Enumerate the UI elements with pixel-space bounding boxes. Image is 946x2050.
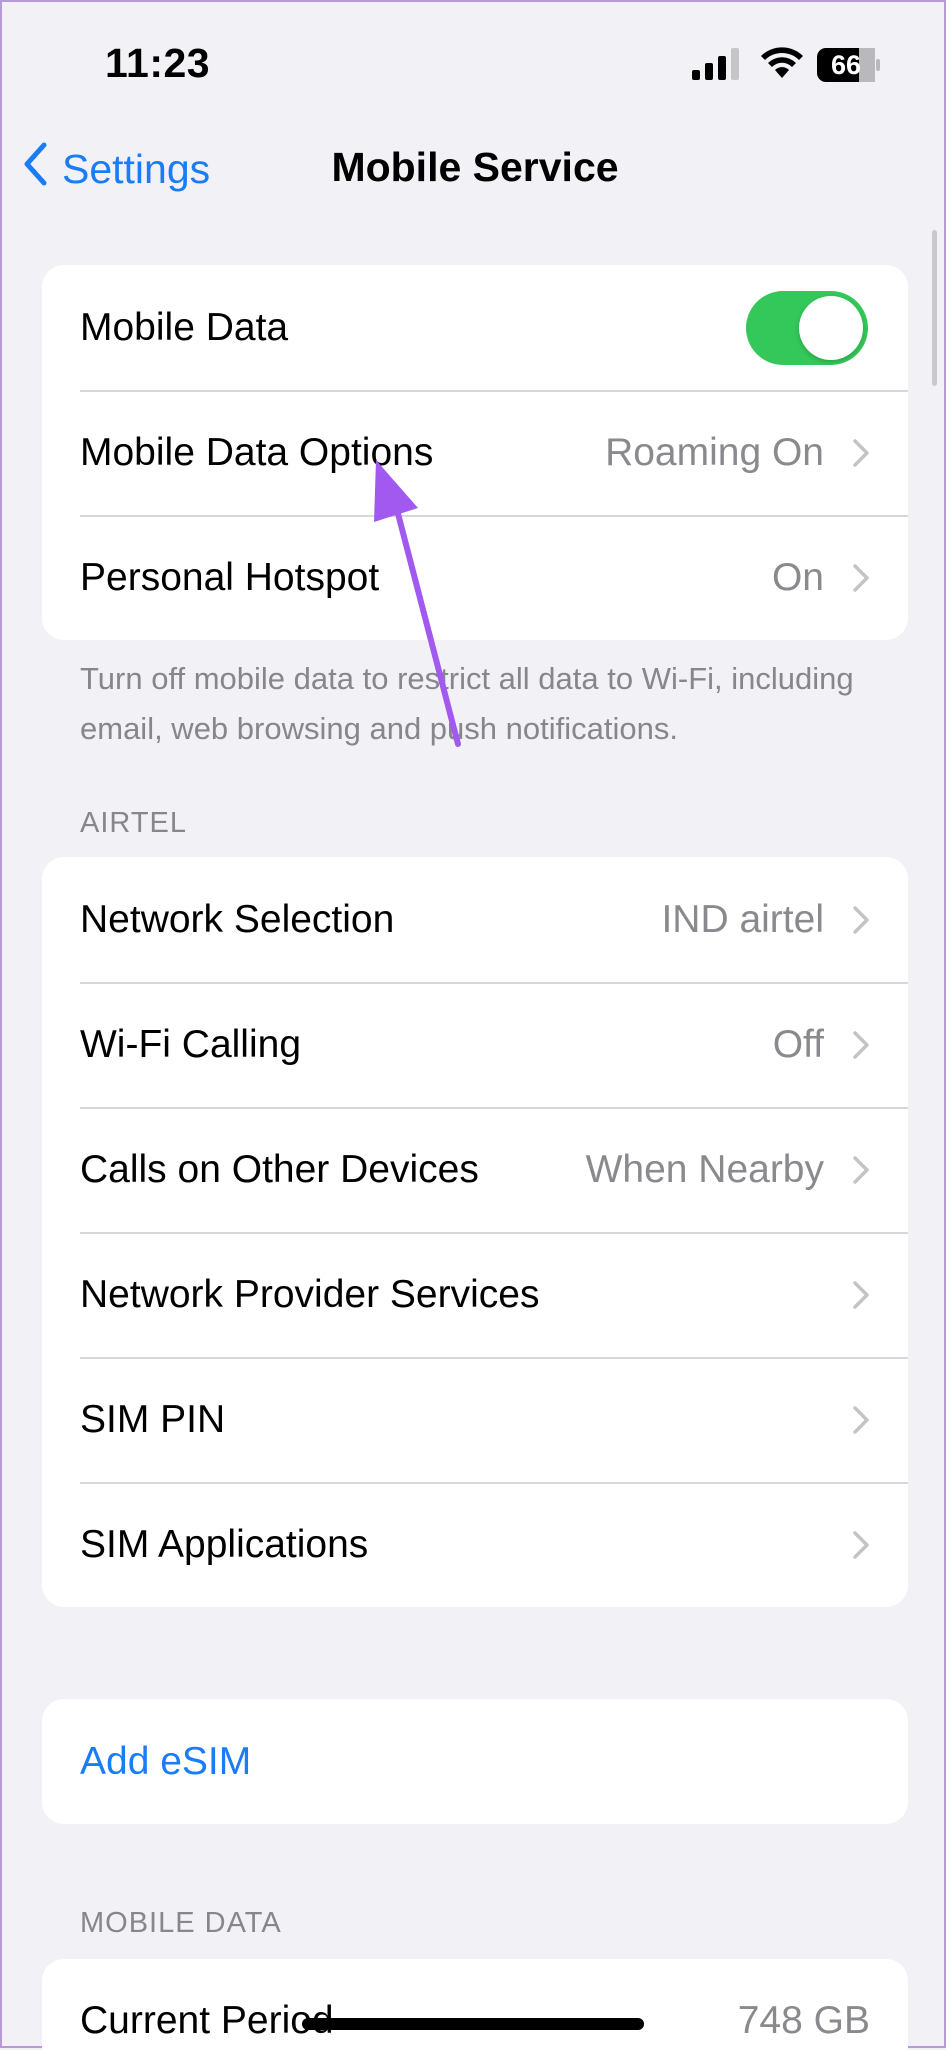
row-label: Wi-Fi Calling <box>80 1022 302 1066</box>
scroll-indicator[interactable] <box>932 230 937 386</box>
row-label: Calls on Other Devices <box>80 1147 479 1191</box>
chevron-right-icon <box>852 1280 870 1310</box>
mobile-data-row: Mobile Data <box>42 265 908 390</box>
wifi-calling-row[interactable]: Wi-Fi Calling Off <box>42 982 908 1107</box>
status-time: 11:23 <box>105 40 211 86</box>
network-selection-row[interactable]: Network Selection IND airtel <box>42 857 908 982</box>
back-label: Settings <box>62 145 211 192</box>
chevron-right-icon <box>852 1530 870 1560</box>
carrier-group: Network Selection IND airtel Wi-Fi Calli… <box>42 857 908 1607</box>
row-value: On <box>771 555 824 599</box>
row-value: Off <box>772 1022 824 1066</box>
battery-level: 66 <box>830 50 862 80</box>
back-button[interactable]: Settings <box>22 142 210 196</box>
row-label: Mobile Data <box>80 305 289 349</box>
chevron-right-icon <box>852 438 870 468</box>
add-esim-label: Add eSIM <box>80 1739 252 1783</box>
row-value: When Nearby <box>585 1147 824 1191</box>
battery-icon: 66 <box>817 48 881 82</box>
mobile-data-section-header: MOBILE DATA <box>80 1907 282 1939</box>
add-esim-button[interactable]: Add eSIM <box>42 1699 908 1824</box>
sim-applications-row[interactable]: SIM Applications <box>42 1482 908 1607</box>
mobile-data-toggle[interactable] <box>746 290 868 365</box>
home-indicator[interactable] <box>302 2018 644 2030</box>
chevron-left-icon <box>22 142 48 196</box>
current-period-row: Current Period 748 GB <box>42 1959 908 2050</box>
row-label: Current Period <box>80 1999 334 2042</box>
row-label: Mobile Data Options <box>80 430 434 474</box>
calls-on-other-devices-row[interactable]: Calls on Other Devices When Nearby <box>42 1107 908 1232</box>
cellular-signal-icon <box>692 48 742 85</box>
network-provider-services-row[interactable]: Network Provider Services <box>42 1232 908 1357</box>
row-value: IND airtel <box>661 897 824 941</box>
row-label: SIM Applications <box>80 1522 369 1566</box>
mobile-data-footnote: Turn off mobile data to restrict all dat… <box>80 661 854 746</box>
chevron-right-icon <box>852 1155 870 1185</box>
carrier-section-header: AIRTEL <box>80 807 188 839</box>
chevron-right-icon <box>852 563 870 593</box>
row-label: Personal Hotspot <box>80 555 380 599</box>
wifi-icon <box>760 46 804 85</box>
sim-pin-row[interactable]: SIM PIN <box>42 1357 908 1482</box>
chevron-right-icon <box>852 1030 870 1060</box>
row-label: Network Provider Services <box>80 1272 540 1316</box>
mobile-data-options-row[interactable]: Mobile Data Options Roaming On <box>42 390 908 515</box>
row-label: Network Selection <box>80 897 395 941</box>
esim-group: Add eSIM <box>42 1699 908 1824</box>
mobile-data-usage-group: Current Period 748 GB <box>42 1959 908 2050</box>
chevron-right-icon <box>852 905 870 935</box>
row-value: 748 GB <box>737 1999 870 2042</box>
row-value: Roaming On <box>605 430 824 474</box>
chevron-right-icon <box>852 1405 870 1435</box>
mobile-data-group: Mobile Data Mobile Data Options Roaming … <box>42 265 908 640</box>
personal-hotspot-row[interactable]: Personal Hotspot On <box>42 515 908 640</box>
row-label: SIM PIN <box>80 1397 226 1441</box>
